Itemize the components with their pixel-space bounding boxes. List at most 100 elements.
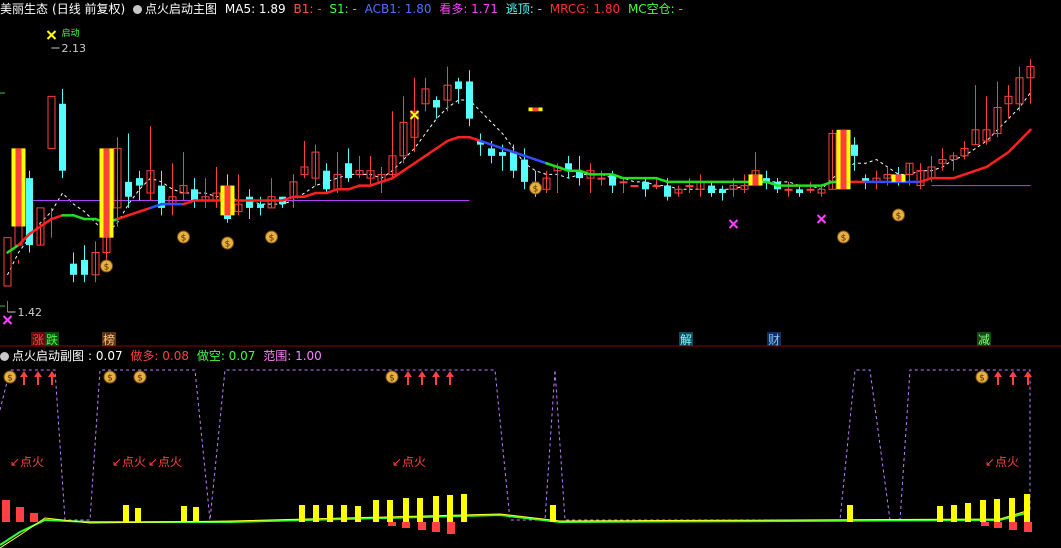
- candle-body: [59, 103, 66, 171]
- money-bag-symbol: $: [225, 240, 231, 250]
- up-arrow-icon: [1024, 371, 1032, 377]
- trend-line-segment: [116, 214, 130, 221]
- trend-line-segment: [325, 188, 339, 195]
- event-label: 涨: [32, 332, 44, 347]
- red-volume-bar: [432, 522, 440, 532]
- candle-body: [191, 189, 198, 201]
- money-bag-symbol: $: [269, 234, 275, 244]
- candle-body: [806, 188, 815, 191]
- chart-canvas[interactable]: $$$$$$$2.13启动1.42涨跌榜解财减$ $ $ $ $↙点火 ↙点火 ↙点火 ↙点火…: [0, 0, 1061, 548]
- trend-line-segment: [347, 184, 361, 191]
- yellow-volume-bar: [937, 506, 943, 522]
- trend-line-segment: [303, 191, 317, 198]
- candle-body: [630, 185, 639, 188]
- yellow-volume-bar: [550, 505, 556, 522]
- trend-line-segment: [919, 176, 933, 184]
- event-label: 减: [978, 333, 990, 347]
- red-volume-bar: [16, 507, 24, 522]
- trend-line-segment: [985, 158, 999, 169]
- up-arrow-icon: [418, 371, 426, 377]
- money-bag-symbol: $: [181, 234, 187, 244]
- candle-body: [455, 81, 462, 89]
- event-label: 跌: [46, 332, 58, 347]
- trend-line-segment: [952, 173, 966, 180]
- money-bag-symbol: $: [533, 185, 539, 195]
- yellow-volume-bar: [193, 507, 199, 522]
- trend-line-segment: [435, 139, 449, 150]
- candle-body: [70, 263, 77, 275]
- candle-body: [499, 152, 506, 156]
- candle-body: [796, 189, 803, 194]
- up-arrow-icon: [446, 371, 454, 377]
- signal-box-core: [224, 185, 231, 216]
- money-bag-symbol: $: [137, 374, 143, 384]
- trend-line-segment: [1018, 128, 1032, 143]
- signal-box-core: [895, 174, 902, 182]
- trend-line-segment: [72, 214, 86, 221]
- yellow-volume-bar: [313, 505, 319, 522]
- candle-body: [521, 159, 528, 182]
- event-label: 榜: [103, 332, 115, 347]
- signal-box-core: [103, 148, 110, 238]
- yellow-volume-bar: [1024, 494, 1030, 522]
- red-volume-bar: [1024, 522, 1032, 532]
- money-bag-symbol: $: [896, 212, 902, 222]
- up-arrow-icon: [1009, 371, 1017, 377]
- red-volume-bar: [2, 500, 10, 522]
- trend-line-segment: [490, 143, 504, 150]
- yellow-volume-bar: [387, 500, 393, 522]
- event-label: 解: [680, 333, 692, 347]
- yellow-volume-bar: [373, 500, 379, 522]
- yellow-volume-bar: [447, 495, 453, 522]
- candle-body: [3, 237, 12, 287]
- candle-body: [345, 163, 352, 179]
- yellow-volume-bar: [181, 506, 187, 522]
- candle-body: [719, 189, 726, 194]
- yellow-volume-bar: [299, 505, 305, 522]
- candle-body: [246, 196, 253, 208]
- trend-line-segment: [39, 217, 53, 228]
- candle-body: [323, 170, 330, 190]
- trend-line-segment: [545, 162, 559, 169]
- trend-line-segment: [523, 154, 537, 161]
- yellow-volume-bar: [417, 498, 423, 522]
- candle-body: [685, 185, 694, 188]
- money-bag-symbol: $: [841, 234, 847, 244]
- yellow-volume-bar: [403, 498, 409, 522]
- trend-line-segment: [1007, 139, 1021, 154]
- signal-box-core: [840, 129, 847, 190]
- up-arrow-icon: [994, 371, 1002, 377]
- yellow-volume-bar: [980, 500, 986, 522]
- fire-label: ↙点火: [148, 455, 182, 469]
- zuoduo-line: [0, 509, 1031, 548]
- trend-line-segment: [468, 135, 482, 143]
- trend-line-segment: [820, 180, 834, 187]
- signal-box-core: [532, 107, 539, 112]
- high-price-tag: 启动: [62, 27, 80, 39]
- up-arrow-icon: [34, 371, 42, 377]
- up-arrow-icon: [432, 371, 440, 377]
- yellow-volume-bar: [355, 506, 361, 522]
- trend-line-segment: [446, 135, 460, 143]
- fire-label: ↙点火: [392, 455, 426, 469]
- zuokong-line: [0, 511, 1031, 546]
- signal-box-core: [752, 174, 759, 186]
- yellow-volume-bar: [461, 494, 467, 522]
- trend-line-segment: [413, 154, 427, 165]
- trend-line-segment: [182, 199, 196, 206]
- candle-body: [851, 144, 858, 156]
- yellow-volume-bar: [341, 505, 347, 522]
- trend-line-segment: [127, 210, 141, 217]
- up-arrow-icon: [20, 371, 28, 377]
- candle-body: [652, 185, 661, 188]
- red-volume-bar: [418, 522, 426, 530]
- candle-body: [619, 181, 628, 184]
- money-bag-symbol: $: [389, 374, 395, 384]
- low-price-label: 1.42: [18, 306, 43, 319]
- trend-line-segment: [138, 206, 152, 213]
- trend-line-segment: [424, 147, 438, 158]
- red-volume-bar: [388, 522, 396, 526]
- candle-body: [664, 185, 671, 197]
- yellow-volume-bar: [1009, 498, 1015, 522]
- candle-body: [510, 152, 517, 171]
